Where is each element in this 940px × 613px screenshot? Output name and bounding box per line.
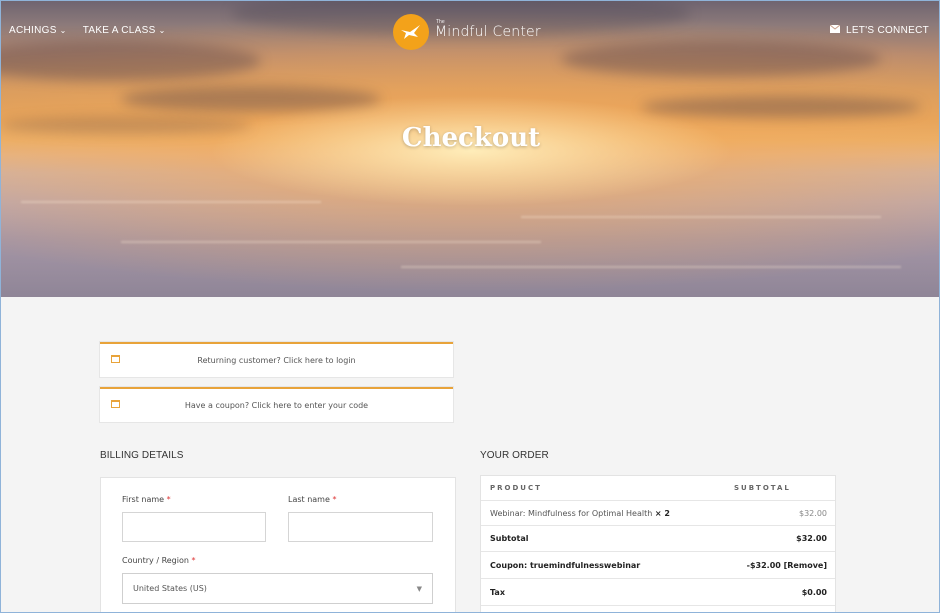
water-streak	[401, 266, 901, 268]
order-item: Webinar: Mindfulness for Optimal Health …	[490, 509, 670, 518]
chevron-down-icon: ⌄	[59, 26, 67, 35]
required-mark: *	[166, 495, 171, 504]
subtotal-label: Subtotal	[490, 534, 529, 543]
required-mark: *	[191, 556, 196, 565]
table-header-row: PRODUCT SUBTOTAL	[481, 476, 835, 501]
coupon-notice[interactable]: Have a coupon? Click here to enter your …	[100, 387, 453, 422]
billing-heading: BILLING DETAILS	[100, 450, 184, 461]
page-frame: ACHINGS ⌄ TAKE A CLASS ⌄ The Mindful Cen…	[0, 0, 940, 613]
last-name-label-text: Last name	[288, 495, 330, 504]
country-select[interactable]: United States (US) ▼	[122, 573, 433, 604]
nav-item-label: ACHINGS	[9, 25, 57, 36]
order-item-name: Webinar: Mindfulness for Optimal Health	[490, 508, 653, 518]
water-streak	[21, 201, 321, 203]
last-name-label: Last name *	[288, 495, 336, 504]
cloud-shape	[1, 41, 261, 81]
nav-item-label: TAKE A CLASS	[82, 25, 156, 36]
logo-text: The Mindful Center	[435, 19, 541, 41]
col-subtotal-header: SUBTOTAL	[734, 484, 791, 492]
envelope-icon	[829, 24, 841, 36]
cloud-shape	[641, 96, 921, 118]
bird-icon	[393, 14, 429, 50]
order-item-qty: × 2	[654, 508, 670, 518]
coupon-value[interactable]: -$32.00 [Remove]	[747, 561, 827, 570]
tax-label: Tax	[490, 587, 505, 597]
coupon-notice-text[interactable]: Have a coupon? Click here to enter your …	[100, 401, 453, 410]
table-row: Webinar: Mindfulness for Optimal Health …	[481, 501, 835, 526]
logo-small-text: The	[436, 19, 445, 25]
lets-connect-label: LET'S CONNECT	[845, 25, 929, 36]
col-product-header: PRODUCT	[490, 484, 542, 492]
first-name-label: First name *	[122, 495, 171, 504]
cloud-shape	[561, 41, 881, 77]
main-nav: ACHINGS ⌄ TAKE A CLASS ⌄	[9, 25, 166, 36]
water-streak	[121, 241, 541, 243]
tax-value: $0.00	[801, 587, 827, 597]
returning-customer-notice[interactable]: Returning customer? Click here to login	[100, 342, 453, 377]
billing-form: First name * Last name * Country / Regio…	[100, 477, 456, 612]
first-name-field[interactable]	[122, 512, 266, 542]
caret-down-icon: ▼	[416, 585, 422, 593]
table-row: Subtotal $32.00	[481, 526, 835, 552]
last-name-field[interactable]	[288, 512, 433, 542]
login-notice-text[interactable]: Returning customer? Click here to login	[100, 356, 453, 365]
nav-item-teachings[interactable]: ACHINGS ⌄	[9, 25, 67, 36]
subtotal-value: $32.00	[796, 534, 827, 543]
logo-name: Mindful Center	[435, 24, 541, 40]
water-streak	[521, 216, 881, 218]
calendar-icon	[111, 355, 120, 363]
site-logo[interactable]: The Mindful Center	[393, 14, 541, 50]
country-select-value: United States (US)	[133, 584, 207, 593]
calendar-icon	[111, 400, 120, 408]
lets-connect-link[interactable]: LET'S CONNECT	[829, 24, 929, 36]
country-label-text: Country / Region	[122, 556, 189, 565]
order-heading: YOUR ORDER	[480, 450, 549, 461]
coupon-label: Coupon: truemindfulnesswebinar	[490, 560, 641, 570]
chevron-down-icon: ⌄	[158, 26, 166, 35]
table-row: Tax $0.00	[481, 579, 835, 606]
order-item-price: $32.00	[799, 508, 827, 518]
table-row: Coupon: truemindfulnesswebinar -$32.00 […	[481, 552, 835, 579]
hero-banner: ACHINGS ⌄ TAKE A CLASS ⌄ The Mindful Cen…	[1, 1, 939, 297]
first-name-label-text: First name	[122, 495, 165, 504]
cloud-shape	[121, 86, 381, 112]
order-table: PRODUCT SUBTOTAL Webinar: Mindfulness fo…	[480, 475, 836, 612]
nav-item-take-a-class[interactable]: TAKE A CLASS ⌄	[83, 25, 166, 36]
page-title: Checkout	[401, 123, 541, 153]
country-label: Country / Region *	[122, 556, 196, 565]
required-mark: *	[332, 495, 337, 504]
